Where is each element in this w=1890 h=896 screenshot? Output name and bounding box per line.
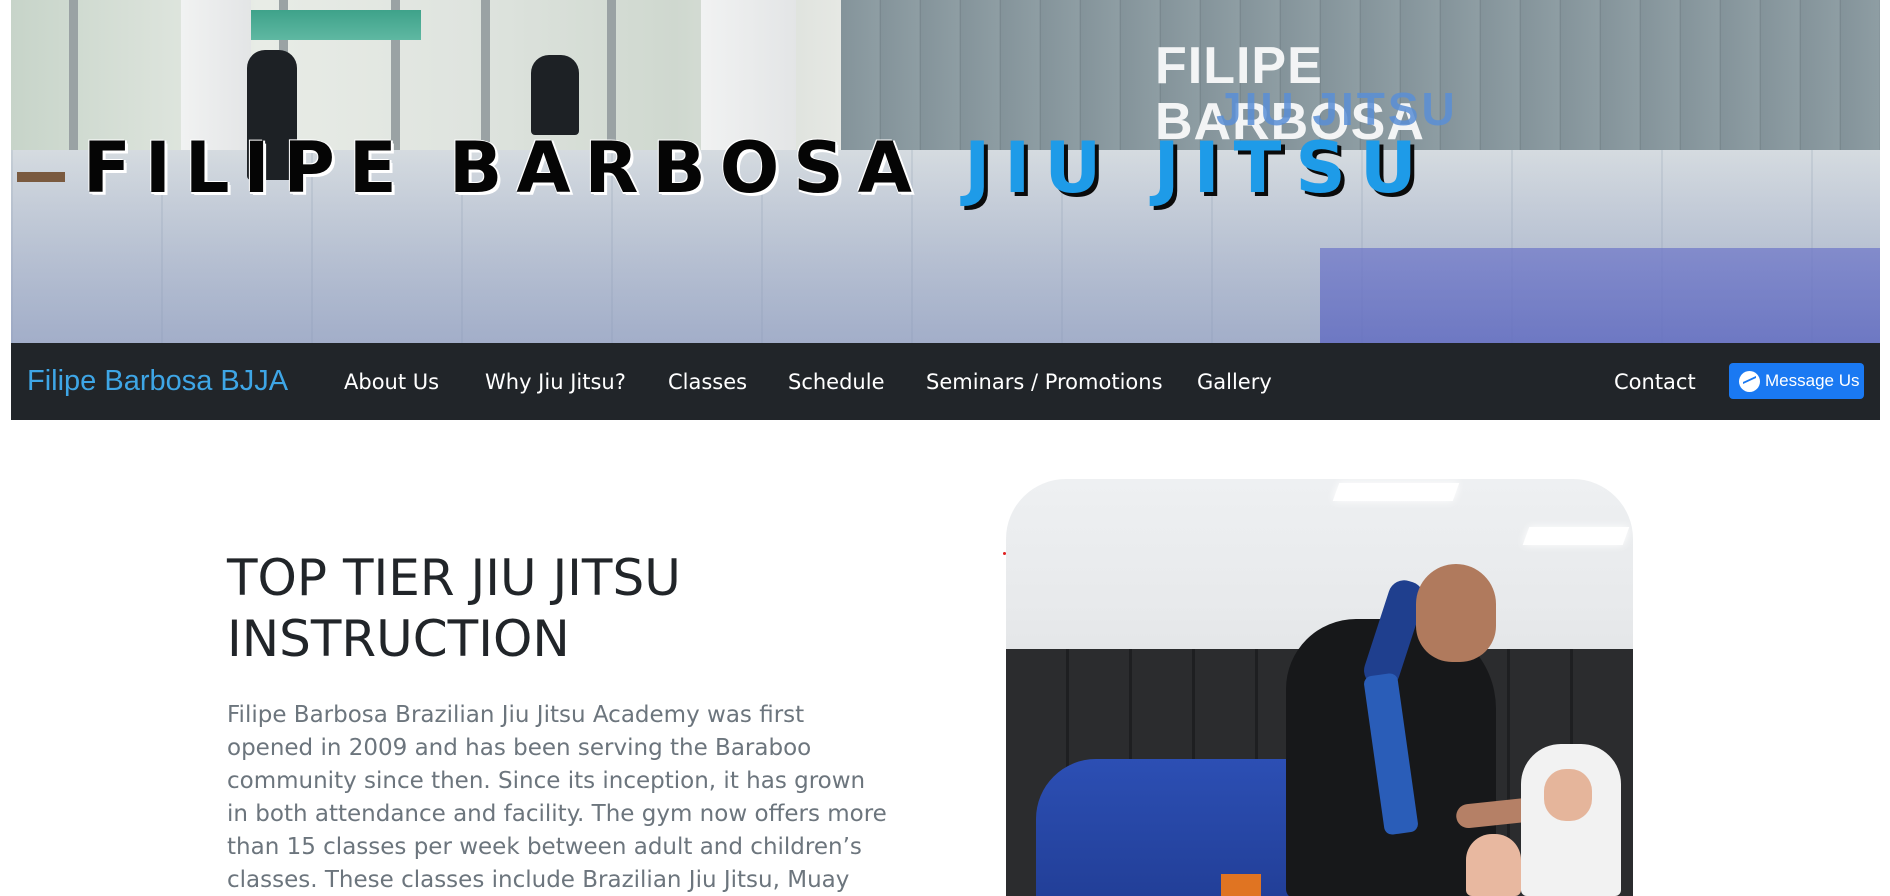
nav-item-classes[interactable]: Classes [668,367,747,397]
navbar: Filipe Barbosa BJJA About Us Why Jiu Jit… [11,343,1880,420]
nav-item-why-jiu-jitsu[interactable]: Why Jiu Jitsu? [485,367,626,397]
hero-title-blue: JIU JITSU [964,127,1431,209]
hero-title-black: FILIPE BARBOSA [83,127,926,209]
section-heading: TOP TIER JIU JITSU INSTRUCTION [227,548,787,670]
nav-item-contact[interactable]: Contact [1614,367,1696,397]
message-us-label: Message Us [1765,371,1860,390]
instructor-photo [1006,479,1633,896]
nav-item-about-us[interactable]: About Us [344,367,439,397]
section-body: Filipe Barbosa Brazilian Jiu Jitsu Acade… [227,702,887,893]
wall-logo-sub: JIU JITSU [1216,83,1458,135]
message-us-button[interactable]: Message Us [1729,363,1864,399]
hero-title: FILIPE BARBOSA JIU JITSU [83,128,1431,208]
mannequin [531,55,579,135]
section-heading-line2: INSTRUCTION [227,610,570,668]
navbar-brand[interactable]: Filipe Barbosa BJJA [27,363,288,399]
nav-item-seminars-promotions[interactable]: Seminars / Promotions [926,367,1163,397]
nav-item-gallery[interactable]: Gallery [1197,367,1272,397]
section-heading-line1: TOP TIER JIU JITSU [227,549,681,607]
hero-banner: FILIPE BARBOSA JIU JITSU FILIPE BARBOSA … [11,0,1880,343]
nav-item-schedule[interactable]: Schedule [788,367,885,397]
messenger-icon [1739,370,1760,392]
